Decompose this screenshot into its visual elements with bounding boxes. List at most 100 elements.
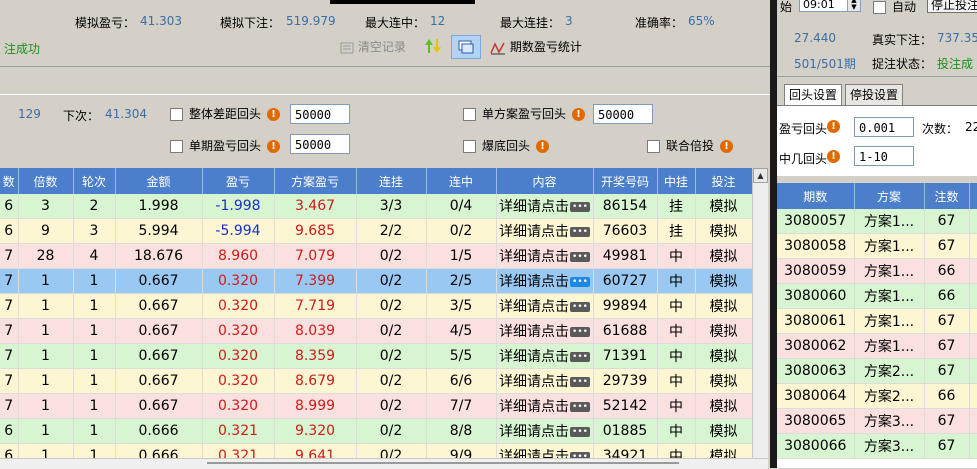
main-col-header[interactable]: 金额 bbox=[115, 168, 203, 194]
table-row[interactable]: 7 1 1 0.667 0.320 8.039 0/2 4/5 详细请点击 ••• 61688 中 模拟 bbox=[0, 318, 753, 344]
table-row[interactable]: 6 1 1 0.666 0.321 9.641 0/2 9/9 详细请点击 ••• 34921 中 模拟 bbox=[0, 443, 753, 458]
auto-checkbox[interactable] bbox=[873, 1, 886, 14]
more-details-icon[interactable]: ••• bbox=[570, 252, 590, 262]
more-details-icon[interactable]: ••• bbox=[570, 327, 590, 337]
single-period-option[interactable]: 单期盈亏回头! bbox=[170, 137, 281, 154]
main-col-header[interactable]: 连挂 bbox=[356, 168, 427, 194]
right-table-row[interactable]: 3080065 方案3... 67 bbox=[777, 408, 977, 434]
overall-gap-label: 整体差距回头 bbox=[189, 107, 262, 121]
cell-content[interactable]: 详细请点击 ••• bbox=[496, 393, 594, 419]
burst-checkbox[interactable] bbox=[463, 140, 476, 153]
start-time-input[interactable]: 09:01 ▲ ▼ bbox=[799, 0, 861, 12]
table-row[interactable]: 7 1 1 0.667 0.320 8.999 0/2 7/7 详细请点击 ••• 52142 中 模拟 bbox=[0, 393, 753, 419]
more-details-icon[interactable]: ••• bbox=[570, 277, 590, 287]
cell-content[interactable]: 详细请点击 ••• bbox=[496, 368, 594, 394]
right-table-row[interactable]: 3080062 方案1... 67 bbox=[777, 333, 977, 359]
cell-content[interactable]: 详细请点击 ••• bbox=[496, 243, 594, 269]
right-col-header[interactable]: 注数 bbox=[924, 183, 970, 209]
main-col-header[interactable]: 倍数 bbox=[18, 168, 74, 194]
table-row[interactable]: 7 1 1 0.667 0.320 8.359 0/2 5/5 详细请点击 ••• 71391 中 模拟 bbox=[0, 343, 753, 369]
right-table-row[interactable]: 3080064 方案2... 66 bbox=[777, 383, 977, 409]
more-details-icon[interactable]: ••• bbox=[570, 227, 590, 237]
right-table-row[interactable]: 3080060 方案1... 66 bbox=[777, 283, 977, 309]
cell-content[interactable]: 详细请点击 ••• bbox=[496, 268, 594, 294]
right-cell-spacer bbox=[969, 433, 977, 459]
main-horizontal-scrollbar[interactable] bbox=[0, 458, 768, 469]
more-details-icon[interactable]: ••• bbox=[570, 352, 590, 362]
cell-content[interactable]: 详细请点击 ••• bbox=[496, 194, 594, 219]
window-toggle-button[interactable] bbox=[451, 35, 481, 59]
right-col-header[interactable]: 期数 bbox=[777, 183, 855, 209]
more-details-icon[interactable]: ••• bbox=[570, 402, 590, 412]
right-table-row[interactable]: 3080059 方案1... 66 bbox=[777, 258, 977, 284]
profit-back-input[interactable]: 0.001 bbox=[854, 117, 914, 137]
cell-content-text: 详细请点击 bbox=[499, 349, 570, 365]
table-row[interactable]: 7 1 1 0.667 0.320 7.719 0/2 3/5 详细请点击 ••• 99894 中 模拟 bbox=[0, 293, 753, 319]
right-cell-plan: 方案1... bbox=[854, 209, 925, 234]
single-plan-option[interactable]: 单方案盈亏回头! bbox=[463, 105, 586, 122]
sim-bet-value: 519.979 bbox=[286, 14, 336, 28]
cell-lz-text: 0/2 bbox=[449, 223, 473, 239]
auto-option[interactable]: 自动 bbox=[873, 0, 916, 15]
cell-result-text: 挂 bbox=[669, 199, 683, 215]
cell-content[interactable]: 详细请点击 ••• bbox=[496, 218, 594, 244]
more-details-icon[interactable]: ••• bbox=[570, 302, 590, 312]
scroll-up-arrow[interactable]: ▲ bbox=[753, 168, 768, 183]
right-table-row[interactable]: 3080066 方案3... 67 bbox=[777, 433, 977, 459]
cell-content[interactable]: 详细请点击 ••• bbox=[496, 343, 594, 369]
cell-c0: 7 bbox=[0, 268, 19, 294]
main-col-header[interactable]: 开奖号码 bbox=[593, 168, 658, 194]
right-table-row[interactable]: 3080058 方案1... 67 bbox=[777, 233, 977, 259]
more-details-icon[interactable]: ••• bbox=[570, 377, 590, 387]
main-col-header[interactable]: 轮次 bbox=[73, 168, 116, 194]
single-plan-input[interactable]: 50000 bbox=[593, 104, 653, 124]
single-period-checkbox[interactable] bbox=[170, 140, 183, 153]
main-col-header[interactable]: 盈亏 bbox=[202, 168, 275, 194]
cell-amount-text: 0.666 bbox=[138, 448, 179, 458]
main-col-header[interactable]: 投注 bbox=[695, 168, 753, 194]
period-stats-button[interactable]: 期数盈亏统计 bbox=[490, 38, 582, 55]
cell-content[interactable]: 详细请点击 ••• bbox=[496, 443, 594, 458]
single-plan-checkbox[interactable] bbox=[463, 108, 476, 121]
table-row[interactable]: 6 3 2 1.998 -1.998 3.467 3/3 0/4 详细请点击 ••• 86154 挂 模… bbox=[0, 194, 753, 219]
right-table-row[interactable]: 3080061 方案1... 67 bbox=[777, 308, 977, 334]
table-row[interactable]: 7 1 1 0.667 0.320 8.679 0/2 6/6 详细请点击 ••• 29739 中 模拟 bbox=[0, 368, 753, 394]
right-col-header[interactable]: 方案 bbox=[854, 183, 925, 209]
tab-stop-settings[interactable]: 停投设置 bbox=[845, 84, 904, 105]
table-row[interactable]: 6 9 3 5.994 -5.994 9.685 2/2 0/2 详细请点击 ••• 76603 挂 模… bbox=[0, 218, 753, 244]
next-value: 41.304 bbox=[105, 107, 147, 121]
clear-records-button[interactable]: 清空记录 bbox=[340, 38, 406, 55]
combined-option[interactable]: 联合倍投! bbox=[647, 137, 734, 154]
cell-content[interactable]: 详细请点击 ••• bbox=[496, 418, 594, 444]
nth-back-input[interactable]: 1-10 bbox=[854, 146, 914, 166]
table-row[interactable]: 6 1 1 0.666 0.321 9.320 0/2 8/8 详细请点击 ••• 01885 中 模拟 bbox=[0, 418, 753, 444]
single-period-input[interactable]: 50000 bbox=[290, 134, 350, 154]
cell-mode: 模拟 bbox=[695, 218, 753, 244]
cell-plan-text: 8.999 bbox=[294, 398, 336, 414]
table-row[interactable]: 7 1 1 0.667 0.320 7.399 0/2 2/5 详细请点击 ••• 60727 中 模拟 bbox=[0, 268, 753, 294]
main-vertical-scrollbar[interactable]: ▲ bbox=[752, 168, 768, 458]
overall-gap-input[interactable]: 50000 bbox=[290, 104, 350, 124]
main-col-header[interactable]: 中挂 bbox=[657, 168, 696, 194]
more-details-icon[interactable]: ••• bbox=[570, 427, 590, 437]
main-col-header[interactable]: 数 bbox=[0, 168, 19, 194]
right-table-row[interactable]: 3080057 方案1... 67 bbox=[777, 209, 977, 234]
overall-gap-checkbox[interactable] bbox=[170, 108, 183, 121]
overall-gap-option[interactable]: 整体差距回头! bbox=[170, 105, 281, 122]
burst-option[interactable]: 爆底回头! bbox=[463, 137, 550, 154]
combined-checkbox[interactable] bbox=[647, 140, 660, 153]
main-col-header[interactable]: 内容 bbox=[496, 168, 594, 194]
up-down-button[interactable] bbox=[424, 38, 442, 54]
tab-back-settings[interactable]: 回头设置 bbox=[784, 84, 843, 105]
vertical-splitter[interactable] bbox=[770, 0, 777, 468]
cell-content[interactable]: 详细请点击 ••• bbox=[496, 293, 594, 319]
table-row[interactable]: 7 28 4 18.676 8.960 7.079 0/2 1/5 详细请点击 ••• 49981 中… bbox=[0, 243, 753, 269]
stop-bet-button[interactable]: 停止投注 bbox=[927, 0, 977, 13]
more-details-icon[interactable]: ••• bbox=[570, 202, 590, 212]
main-col-header[interactable]: 方案盈亏 bbox=[274, 168, 357, 194]
time-spinner-icon[interactable]: ▲ ▼ bbox=[847, 0, 860, 11]
right-table-row[interactable]: 3080063 方案2... 67 bbox=[777, 358, 977, 384]
horizontal-scroll-thumb[interactable] bbox=[207, 462, 679, 464]
main-col-header[interactable]: 连中 bbox=[426, 168, 497, 194]
cell-content[interactable]: 详细请点击 ••• bbox=[496, 318, 594, 344]
